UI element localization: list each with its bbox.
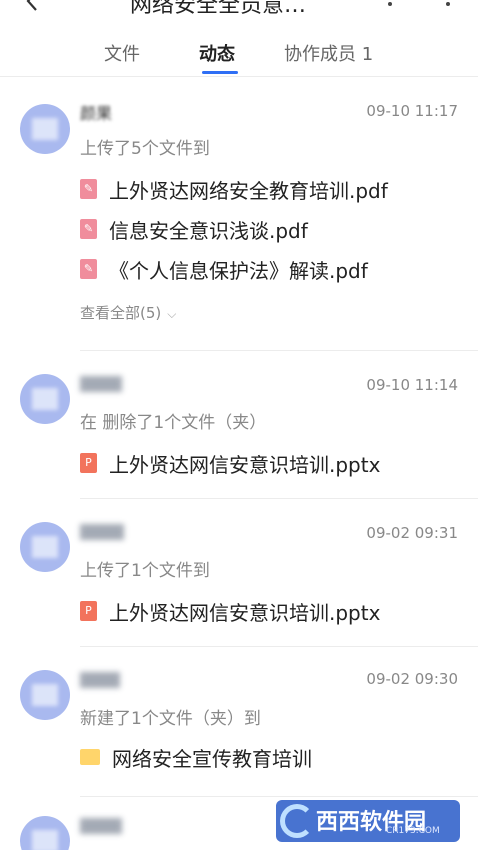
timestamp: 09-10 11:17 — [366, 102, 458, 120]
logo-c-icon — [280, 804, 314, 838]
action-text: 新建了1个文件（夹）到 — [80, 709, 261, 729]
top-bar: 网络安全全员意… — [0, 0, 478, 14]
divider — [80, 498, 478, 499]
file-name: 《个人信息保护法》解读.pdf — [109, 258, 368, 283]
file-name: 上外贤达网信安意识培训.pptx — [109, 600, 381, 625]
user-name-redacted — [80, 818, 122, 834]
avatar[interactable] — [20, 104, 70, 154]
tab-files[interactable]: 文件 — [104, 40, 140, 66]
pdf-icon: ✎ — [80, 219, 97, 239]
active-tab-indicator — [202, 71, 238, 74]
view-all-label: 查看全部(5) — [80, 304, 162, 322]
more-icon[interactable] — [388, 2, 392, 6]
file-item[interactable]: ✎ 《个人信息保护法》解读.pdf — [80, 256, 368, 283]
file-item[interactable]: ✎ 信息安全意识浅谈.pdf — [80, 216, 308, 243]
timestamp: 09-10 11:14 — [366, 376, 458, 394]
folder-name: 网络安全宣传教育培训 — [112, 746, 312, 771]
tab-members[interactable]: 协作成员 1 — [284, 40, 373, 66]
watermark-subtext: CR173.COM — [386, 826, 440, 836]
file-item[interactable]: P 上外贤达网信安意识培训.pptx — [80, 450, 381, 477]
feed-item: 颜果 09-10 11:17 上传了5个文件到 ✎ 上外贤达网络安全教育培训.p… — [0, 96, 478, 346]
folder-item[interactable]: 网络安全宣传教育培训 — [80, 744, 312, 771]
user-name-redacted — [80, 672, 120, 688]
watermark-logo: 西西软件园 CR173.COM — [276, 800, 460, 842]
file-item[interactable]: ✎ 上外贤达网络安全教育培训.pdf — [80, 176, 388, 203]
back-arrow-icon[interactable] — [22, 0, 44, 12]
divider — [80, 646, 478, 647]
chevron-down-icon: ⌵ — [167, 307, 177, 321]
pptx-icon: P — [80, 453, 97, 473]
timestamp: 09-02 09:31 — [366, 524, 458, 542]
feed-item: 09-02 09:30 新建了1个文件（夹）到 网络安全宣传教育培训 — [0, 666, 478, 786]
tab-activity[interactable]: 动态 — [199, 40, 235, 66]
file-name: 上外贤达网信安意识培训.pptx — [109, 452, 381, 477]
page-title: 网络安全全员意… — [130, 0, 307, 14]
tab-bar: 文件 动态 协作成员 1 — [0, 30, 478, 76]
pptx-icon: P — [80, 601, 97, 621]
avatar[interactable] — [20, 522, 70, 572]
timestamp: 09-02 09:30 — [366, 670, 458, 688]
feed-item: 09-02 09:31 上传了1个文件到 P 上外贤达网信安意识培训.pptx — [0, 518, 478, 638]
feed-item: 09-10 11:14 在 删除了1个文件（夹） P 上外贤达网信安意识培训.p… — [0, 370, 478, 490]
divider — [80, 350, 478, 351]
user-name: 颜果 — [80, 104, 113, 123]
file-item[interactable]: P 上外贤达网信安意识培训.pptx — [80, 598, 381, 625]
file-name: 上外贤达网络安全教育培训.pdf — [109, 178, 388, 203]
pdf-icon: ✎ — [80, 259, 97, 279]
avatar[interactable] — [20, 816, 70, 850]
pdf-icon: ✎ — [80, 179, 97, 199]
action-text: 上传了5个文件到 — [80, 139, 210, 159]
user-name-redacted — [80, 376, 122, 392]
divider — [80, 796, 478, 797]
tabs-divider — [0, 76, 478, 77]
more-icon[interactable] — [446, 2, 450, 6]
action-text: 上传了1个文件到 — [80, 561, 210, 581]
view-all-link[interactable]: 查看全部(5) ⌵ — [80, 302, 176, 323]
folder-icon — [80, 749, 100, 765]
avatar[interactable] — [20, 670, 70, 720]
action-text: 在 删除了1个文件（夹） — [80, 413, 267, 433]
avatar[interactable] — [20, 374, 70, 424]
file-name: 信息安全意识浅谈.pdf — [109, 218, 308, 243]
user-name-redacted — [80, 524, 124, 540]
